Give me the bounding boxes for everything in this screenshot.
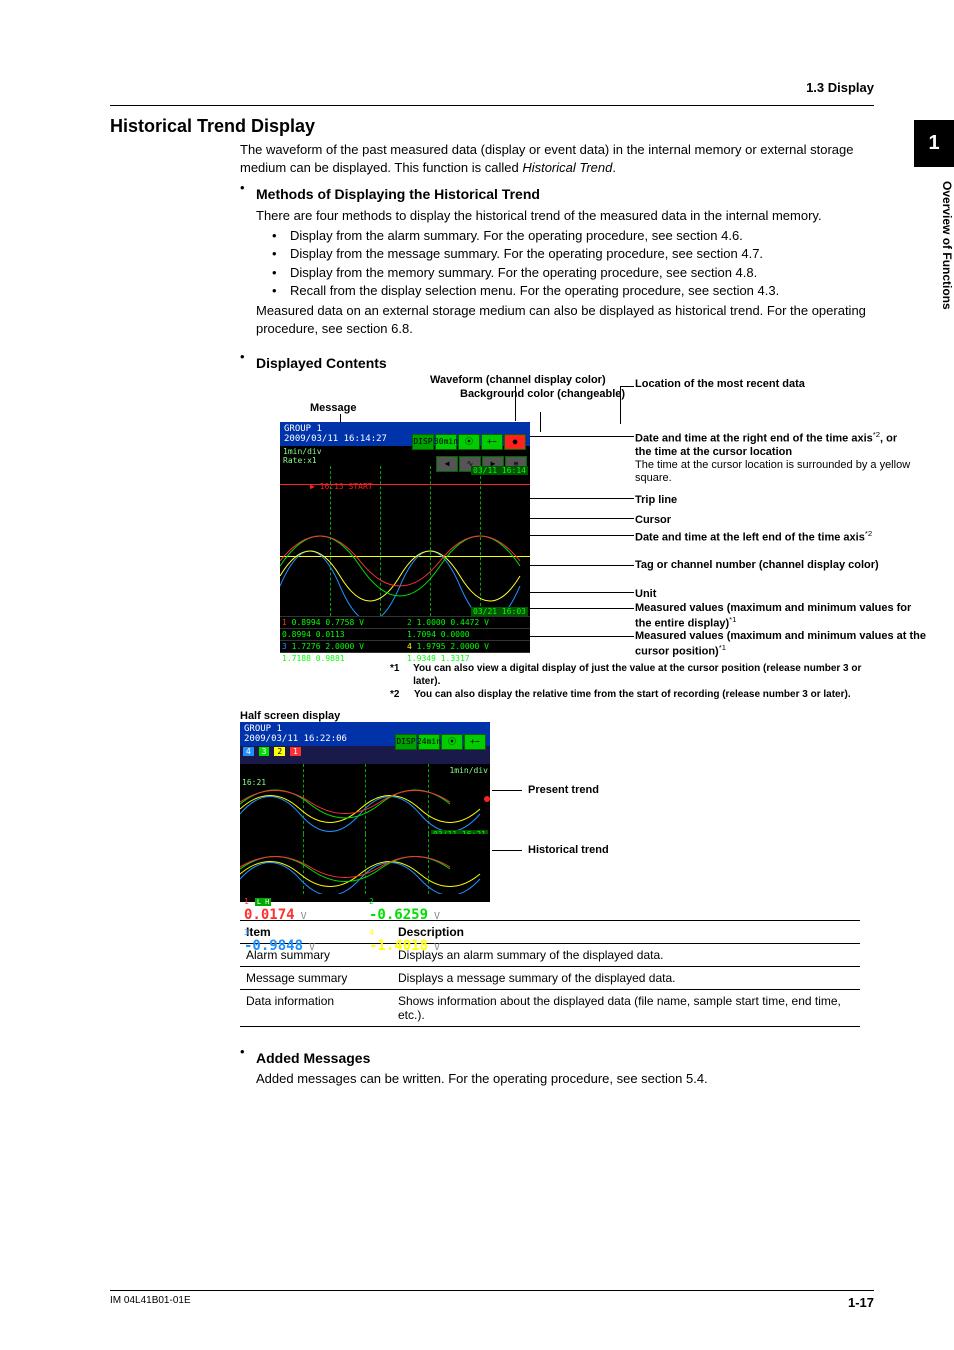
present-waveform	[240, 764, 490, 834]
methods-item: Display from the memory summary. For the…	[290, 264, 757, 282]
leader-line	[530, 608, 634, 609]
left-timestamp: 03/21 16:03	[471, 607, 528, 616]
value-3: -0.9848	[244, 938, 303, 954]
footer-page-number: 1-17	[848, 1295, 874, 1310]
section-header: 1.3 Display	[110, 80, 874, 95]
methods-item: Display from the alarm summary. For the …	[290, 227, 743, 245]
group-label: GROUP 1	[284, 424, 322, 434]
leader-line	[530, 518, 634, 519]
waveform-plot	[280, 466, 530, 616]
header-rule	[110, 105, 874, 106]
label-unit: Unit	[635, 588, 656, 601]
leader-line	[620, 386, 621, 424]
half-screen-screenshot: GROUP 1 2009/03/11 16:22:06 DISP 24min ⦿…	[240, 722, 490, 902]
record-icon[interactable]: ●	[504, 434, 526, 450]
intro-paragraph: The waveform of the past measured data (…	[240, 141, 874, 374]
label-message: Message	[310, 402, 356, 415]
leader-line	[515, 386, 516, 421]
leader-line	[530, 498, 634, 499]
page-title: Historical Trend Display	[110, 116, 874, 137]
rate-label: Rate:x1	[283, 456, 317, 465]
zoom-icon[interactable]: +−	[464, 734, 486, 750]
added-heading: Added Messages	[256, 1049, 370, 1069]
half-screen-label: Half screen display	[240, 710, 874, 722]
intro-end: .	[612, 160, 616, 175]
methods-intro: There are four methods to display the hi…	[256, 207, 874, 225]
list-dot-icon: •	[272, 245, 290, 263]
label-historical-trend: Historical trend	[528, 844, 609, 856]
methods-heading: Methods of Displaying the Historical Tre…	[256, 185, 540, 205]
table-cell-desc: Displays a message summary of the displa…	[392, 966, 860, 989]
methods-tail: Measured data on an external storage med…	[256, 302, 874, 338]
leader-line	[530, 636, 634, 637]
displayed-heading: Displayed Contents	[256, 354, 387, 374]
label-tag: Tag or channel number (channel display c…	[635, 559, 905, 572]
leader-line	[540, 412, 541, 432]
footer-doc-id: IM 04L41B01-01E	[110, 1295, 191, 1310]
rate-label: 1min/div	[283, 447, 322, 456]
intro-em: Historical Trend	[522, 160, 612, 175]
footnote-key: *1	[390, 662, 413, 688]
datetime-label: 2009/03/11 16:22:06	[244, 734, 347, 744]
disp-button[interactable]: DISP	[412, 434, 434, 450]
leader-line	[492, 790, 522, 791]
historical-waveform	[240, 834, 490, 894]
label-trip: Trip line	[635, 494, 677, 507]
list-dot-icon: •	[272, 264, 290, 282]
methods-item: Display from the message summary. For th…	[290, 245, 763, 263]
fit-icon[interactable]: ⦿	[441, 734, 463, 750]
value-1: 0.0174	[244, 907, 295, 923]
timediv-button[interactable]: 30min	[435, 434, 457, 450]
label-dt-left: Date and time at the left end of the tim…	[635, 529, 905, 545]
label-background: Background color (changeable)	[460, 388, 625, 401]
bullet-icon: •	[240, 348, 256, 374]
value-2: -0.6259	[369, 907, 428, 923]
leader-line	[530, 535, 634, 536]
label-waveform: Waveform (channel display color)	[430, 374, 606, 387]
footnote-key: *2	[390, 688, 414, 701]
footnote-text: You can also view a digital display of j…	[413, 662, 874, 688]
bullet-icon: •	[240, 1043, 256, 1069]
timediv-button[interactable]: 24min	[418, 734, 440, 750]
historical-trend-screenshot: GROUP 1 2009/03/11 16:14:27 DISP 30min ⦿…	[280, 422, 530, 652]
label-dt-right: Date and time at the right end of the ti…	[635, 430, 915, 485]
leader-line	[492, 850, 522, 851]
list-dot-icon: •	[272, 282, 290, 300]
footnote-text: You can also display the relative time f…	[414, 688, 851, 701]
leader-line	[530, 592, 634, 593]
present-marker-icon	[484, 796, 490, 802]
chapter-tab: 1	[914, 120, 954, 167]
bullet-icon: •	[240, 179, 256, 205]
label-mv-entire: Measured values (maximum and minimum val…	[635, 602, 925, 631]
fit-icon[interactable]: ⦿	[458, 434, 480, 450]
value-4: -1.4018	[369, 938, 428, 954]
label-location: Location of the most recent data	[635, 378, 805, 391]
leader-line	[530, 436, 634, 437]
table-row: Data information Shows information about…	[240, 989, 860, 1026]
leader-line	[620, 386, 634, 387]
label-mv-cursor: Measured values (maximum and minimum val…	[635, 630, 935, 659]
methods-item: Recall from the display selection menu. …	[290, 282, 779, 300]
datetime-label: 2009/03/11 16:14:27	[284, 434, 387, 444]
disp-button[interactable]: DISP	[395, 734, 417, 750]
table-cell-item: Data information	[240, 989, 392, 1026]
label-present-trend: Present trend	[528, 784, 599, 796]
table-cell-item: Message summary	[240, 966, 392, 989]
leader-line	[530, 565, 634, 566]
table-cell-desc: Shows information about the displayed da…	[392, 989, 860, 1026]
zoom-icon[interactable]: +−	[481, 434, 503, 450]
table-row: Message summary Displays a message summa…	[240, 966, 860, 989]
group-label: GROUP 1	[244, 724, 282, 734]
list-dot-icon: •	[272, 227, 290, 245]
chapter-side-label: Overview of Functions	[914, 175, 954, 310]
label-cursor: Cursor	[635, 514, 671, 527]
added-body: Added messages can be written. For the o…	[256, 1070, 874, 1088]
